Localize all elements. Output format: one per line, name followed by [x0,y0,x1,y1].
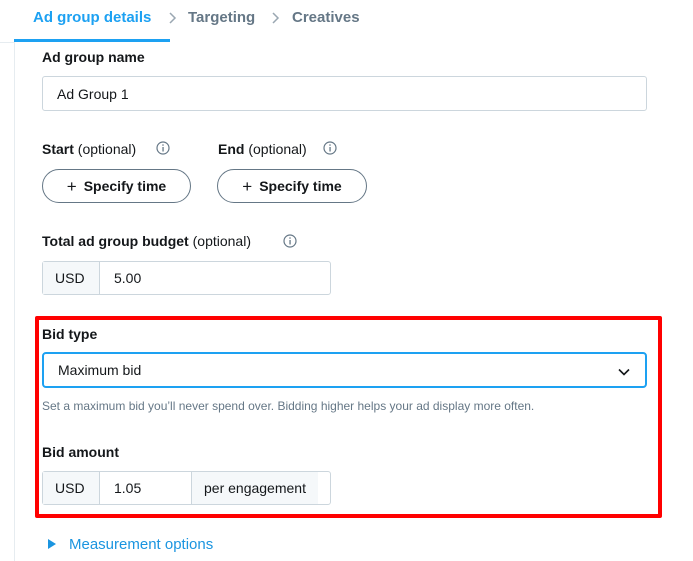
tab-targeting[interactable]: Targeting [188,9,255,29]
measurement-options-toggle[interactable]: Measurement options [47,535,213,553]
bid-amount-currency: USD [43,472,100,504]
tab-ad-group-details[interactable]: Ad group details [33,9,151,29]
end-specify-time-button[interactable]: + Specify time [217,169,367,203]
ad-group-name-input[interactable] [42,76,647,111]
ad-group-name-label: Ad group name [42,49,145,65]
bid-type-help-text: Set a maximum bid you’ll never spend ove… [42,399,535,413]
end-label-text: End [218,141,245,157]
measurement-options-label: Measurement options [69,535,214,553]
budget-label-text: Total ad group budget [42,233,189,249]
bid-type-select[interactable]: Maximum bid [42,352,647,388]
budget-optional-text: (optional) [192,233,251,249]
caret-right-icon [48,539,56,549]
budget-input-group: USD 5.00 [42,261,331,295]
bid-type-selected: Maximum bid [58,362,142,378]
chevron-right-icon [169,12,177,24]
end-label: End (optional) [218,140,307,158]
bid-type-label: Bid type [42,326,98,342]
plus-icon: + [242,176,253,196]
budget-currency: USD [43,262,100,294]
chevron-right-icon [272,12,280,24]
budget-input[interactable]: 5.00 [100,262,155,294]
plus-icon: + [66,176,77,196]
bid-amount-unit: per engagement [191,472,318,504]
tab-creatives[interactable]: Creatives [292,9,360,29]
step-tabs: Ad group details Targeting Creatives [0,0,693,43]
bid-amount-label: Bid amount [42,444,119,460]
start-label: Start (optional) [42,140,136,158]
info-icon[interactable] [283,234,297,248]
bid-amount-input[interactable]: 1.05 [100,472,191,504]
start-label-text: Start [42,141,74,157]
end-optional-text: (optional) [248,141,307,157]
start-specify-time-button[interactable]: + Specify time [42,169,191,203]
start-optional-text: (optional) [77,141,137,157]
chevron-down-icon [618,368,630,376]
budget-label: Total ad group budget (optional) [42,232,251,250]
info-icon[interactable] [323,141,337,155]
end-specify-time-label: Specify time [259,178,342,194]
start-specify-time-label: Specify time [83,178,167,194]
info-icon[interactable] [156,141,170,155]
bid-amount-input-group: USD 1.05 per engagement [42,471,331,505]
